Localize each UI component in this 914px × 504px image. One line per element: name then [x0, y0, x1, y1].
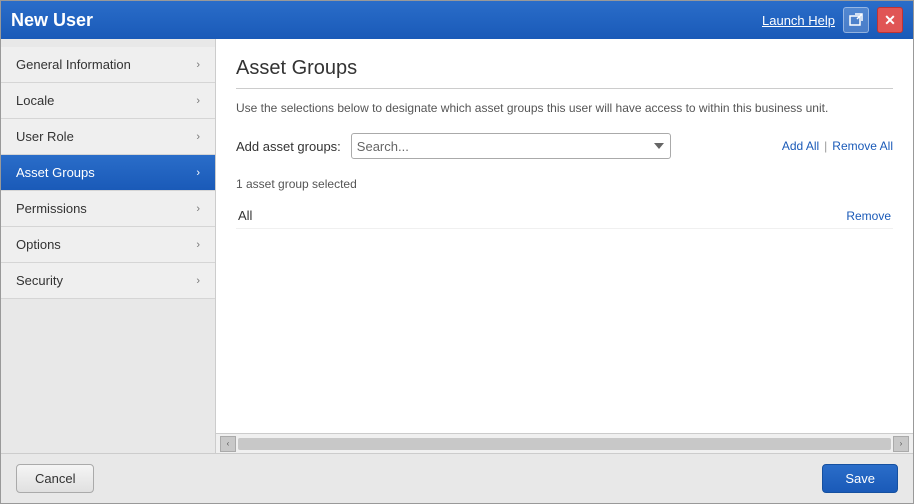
remove-all-button[interactable]: Remove All: [832, 139, 893, 153]
add-groups-label: Add asset groups:: [236, 139, 341, 154]
bottom-bar: Cancel Save: [1, 453, 913, 503]
sidebar-label-asset-groups: Asset Groups: [16, 165, 95, 180]
add-all-remove-all-group: Add All | Remove All: [782, 139, 893, 153]
chevron-right-icon-user-role: ›: [196, 131, 200, 143]
chevron-right-icon-asset-groups: ›: [196, 167, 200, 179]
add-groups-row: Add asset groups: Search... Add All | Re…: [236, 133, 893, 159]
chevron-right-icon-general: ›: [196, 59, 200, 71]
close-button[interactable]: ✕: [877, 7, 903, 33]
main-content: General Information › Locale › User Role…: [1, 39, 913, 453]
sidebar-item-asset-groups[interactable]: Asset Groups ›: [1, 155, 215, 191]
scroll-track[interactable]: [238, 438, 891, 450]
launch-help-button[interactable]: Launch Help: [762, 13, 835, 28]
separator: |: [824, 139, 827, 153]
selected-count: 1 asset group selected: [236, 173, 893, 195]
close-icon: ✕: [884, 12, 896, 29]
sidebar-label-options: Options: [16, 237, 61, 252]
scroll-right-arrow[interactable]: ›: [893, 436, 909, 452]
scroll-left-arrow[interactable]: ‹: [220, 436, 236, 452]
chevron-right-icon-permissions: ›: [196, 203, 200, 215]
panel-description: Use the selections below to designate wh…: [236, 101, 893, 115]
sidebar-item-locale[interactable]: Locale ›: [1, 83, 215, 119]
search-select[interactable]: Search...: [351, 133, 671, 159]
save-button[interactable]: Save: [822, 464, 898, 493]
remove-item-button[interactable]: Remove: [846, 209, 891, 223]
panel-divider: [236, 88, 893, 89]
sidebar-label-locale: Locale: [16, 93, 54, 108]
title-bar-actions: Launch Help ✕: [762, 7, 903, 33]
sidebar-item-options[interactable]: Options ›: [1, 227, 215, 263]
sidebar-label-general-information: General Information: [16, 57, 131, 72]
sidebar-item-security[interactable]: Security ›: [1, 263, 215, 299]
asset-item-name: All: [238, 208, 252, 223]
chevron-right-icon-locale: ›: [196, 95, 200, 107]
asset-list: All Remove: [236, 203, 893, 229]
sidebar-item-user-role[interactable]: User Role ›: [1, 119, 215, 155]
cancel-button[interactable]: Cancel: [16, 464, 94, 493]
right-panel: Asset Groups Use the selections below to…: [216, 39, 913, 453]
title-bar: New User Launch Help ✕: [1, 1, 913, 39]
sidebar-item-general-information[interactable]: General Information ›: [1, 47, 215, 83]
popout-icon: [849, 13, 863, 27]
sidebar-label-user-role: User Role: [16, 129, 74, 144]
window-title: New User: [11, 10, 93, 31]
sidebar-label-permissions: Permissions: [16, 201, 87, 216]
popout-button[interactable]: [843, 7, 869, 33]
scrollbar-area: ‹ ›: [216, 433, 913, 453]
main-window: New User Launch Help ✕ General Informati…: [0, 0, 914, 504]
panel-content: Asset Groups Use the selections below to…: [216, 39, 913, 433]
sidebar-label-security: Security: [16, 273, 63, 288]
table-row: All Remove: [236, 203, 893, 229]
panel-title: Asset Groups: [236, 57, 893, 80]
add-all-button[interactable]: Add All: [782, 139, 819, 153]
sidebar: General Information › Locale › User Role…: [1, 39, 216, 453]
sidebar-item-permissions[interactable]: Permissions ›: [1, 191, 215, 227]
chevron-right-icon-options: ›: [196, 239, 200, 251]
chevron-right-icon-security: ›: [196, 275, 200, 287]
